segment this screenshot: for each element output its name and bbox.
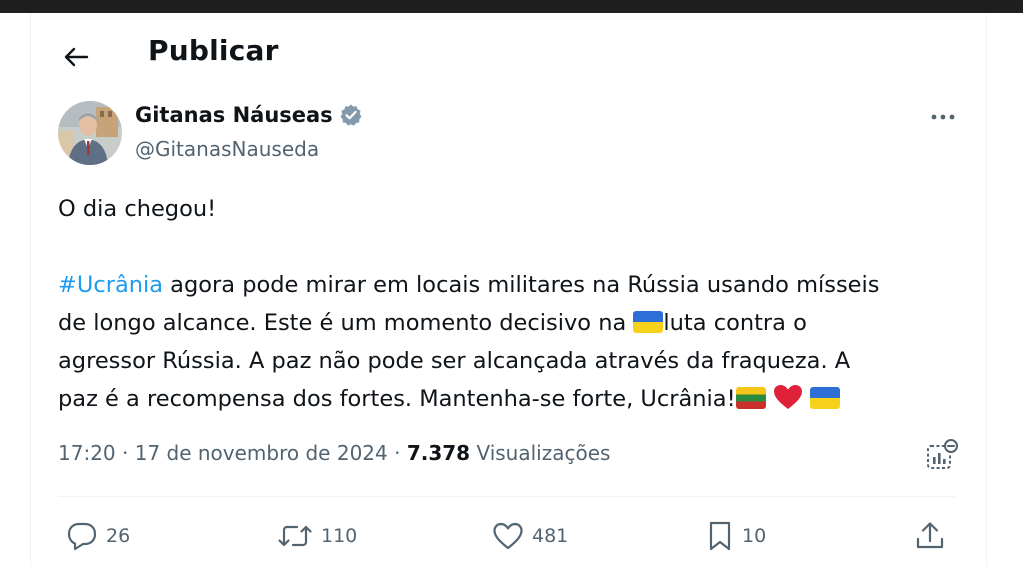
tweet-line-3-text-b: luta contra o: [663, 310, 807, 336]
author-handle[interactable]: @GitanasNauseda: [135, 137, 319, 161]
bookmark-count: 10: [742, 525, 767, 547]
meta-separator: ·: [115, 441, 135, 465]
post-time[interactable]: 17:20: [58, 441, 116, 465]
tweet-line-5-text: paz é a recompensa dos fortes. Mantenha-…: [58, 386, 736, 412]
retweet-button[interactable]: 110: [277, 518, 357, 554]
ukraine-flag-icon-2: [809, 387, 840, 409]
reply-count: 26: [106, 525, 131, 547]
verified-badge-icon: [340, 104, 362, 126]
hashtag-link[interactable]: #Ucrânia: [58, 272, 163, 298]
post-meta: 17:20 · 17 de novembro de 2024 · 7.378 V…: [58, 441, 610, 465]
like-button[interactable]: 481: [492, 518, 568, 554]
tweet-line-4: agressor Rússia. A paz não pode ser alca…: [58, 348, 851, 374]
views-label: Visualizações: [470, 441, 611, 465]
like-count: 481: [532, 525, 569, 547]
bookmark-icon: [709, 521, 731, 551]
more-dots-icon: [931, 114, 955, 120]
tweet-line-5: paz é a recompensa dos fortes. Mantenha-…: [58, 380, 963, 418]
avatar-image: [58, 101, 122, 165]
post-header: Publicar: [30, 14, 985, 94]
lithuania-flag-icon: [735, 387, 766, 409]
analytics-icon: [927, 439, 958, 469]
share-button[interactable]: [914, 518, 954, 554]
analytics-button[interactable]: [924, 438, 960, 472]
author-name[interactable]: Gitanas Náuseas: [135, 103, 363, 127]
more-options-button[interactable]: [926, 104, 960, 130]
reply-bubble-icon: [67, 522, 97, 551]
retweet-icon: [278, 525, 312, 547]
tweet-line-2-text: agora pode mirar em locais militares na …: [163, 272, 880, 298]
views-count: 7.378: [406, 441, 471, 465]
reply-button[interactable]: 26: [66, 518, 130, 554]
author-name-label: Gitanas Náuseas: [135, 103, 333, 127]
red-heart-icon: [773, 385, 802, 409]
heart-icon: [493, 522, 523, 550]
screen-top-bar: [0, 0, 1023, 13]
retweet-count: 110: [321, 525, 358, 547]
bookmark-button[interactable]: 10: [706, 518, 766, 554]
tweet-line-2: #Ucrânia agora pode mirar em locais mili…: [58, 266, 963, 304]
post-date[interactable]: 17 de novembro de 2024: [135, 441, 388, 465]
share-icon: [916, 522, 944, 549]
divider: [58, 496, 955, 497]
meta-separator-2: ·: [387, 441, 407, 465]
back-button[interactable]: [58, 42, 94, 72]
tweet-text: O dia chegou! #Ucrânia agora pode mirar …: [58, 190, 963, 418]
tweet-line-3-text-a: de longo alcance. Este é um momento deci…: [58, 310, 634, 336]
arrow-left-icon: [64, 47, 89, 67]
tweet-line-3: de longo alcance. Este é um momento deci…: [58, 304, 963, 342]
ukraine-flag-icon: [633, 311, 664, 333]
avatar[interactable]: [58, 101, 122, 165]
tweet-line-1: O dia chegou!: [58, 196, 217, 222]
page-title: Publicar: [148, 34, 279, 67]
